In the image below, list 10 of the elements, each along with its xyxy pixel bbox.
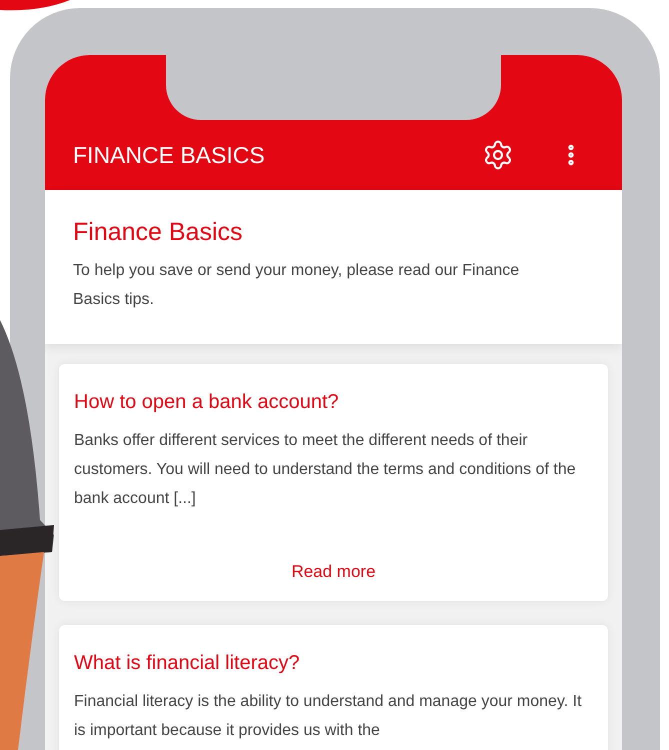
intro-title: Finance Basics (73, 217, 244, 248)
article-text: Banks offer different services to meet the different needs of their customers. You will need to understand the terms and conditions of the bank account [...] (74, 431, 577, 509)
settings-icon[interactable] (482, 139, 514, 171)
article-title: How to open a bank account? (74, 390, 340, 415)
badge-arc-drawing (0, 0, 70, 12)
article-title: What is financial literacy? (74, 650, 301, 676)
read-more-link[interactable]: Read more (291, 559, 376, 584)
article-text: Financial literacy is the ability to understand and manage your money. It is important because it provides us with the (74, 692, 583, 740)
intro-text: To help you save or send your money, please read our Finance Basics tips. (73, 261, 520, 310)
app-bar-title: FINANCE BASICS (73, 140, 266, 170)
